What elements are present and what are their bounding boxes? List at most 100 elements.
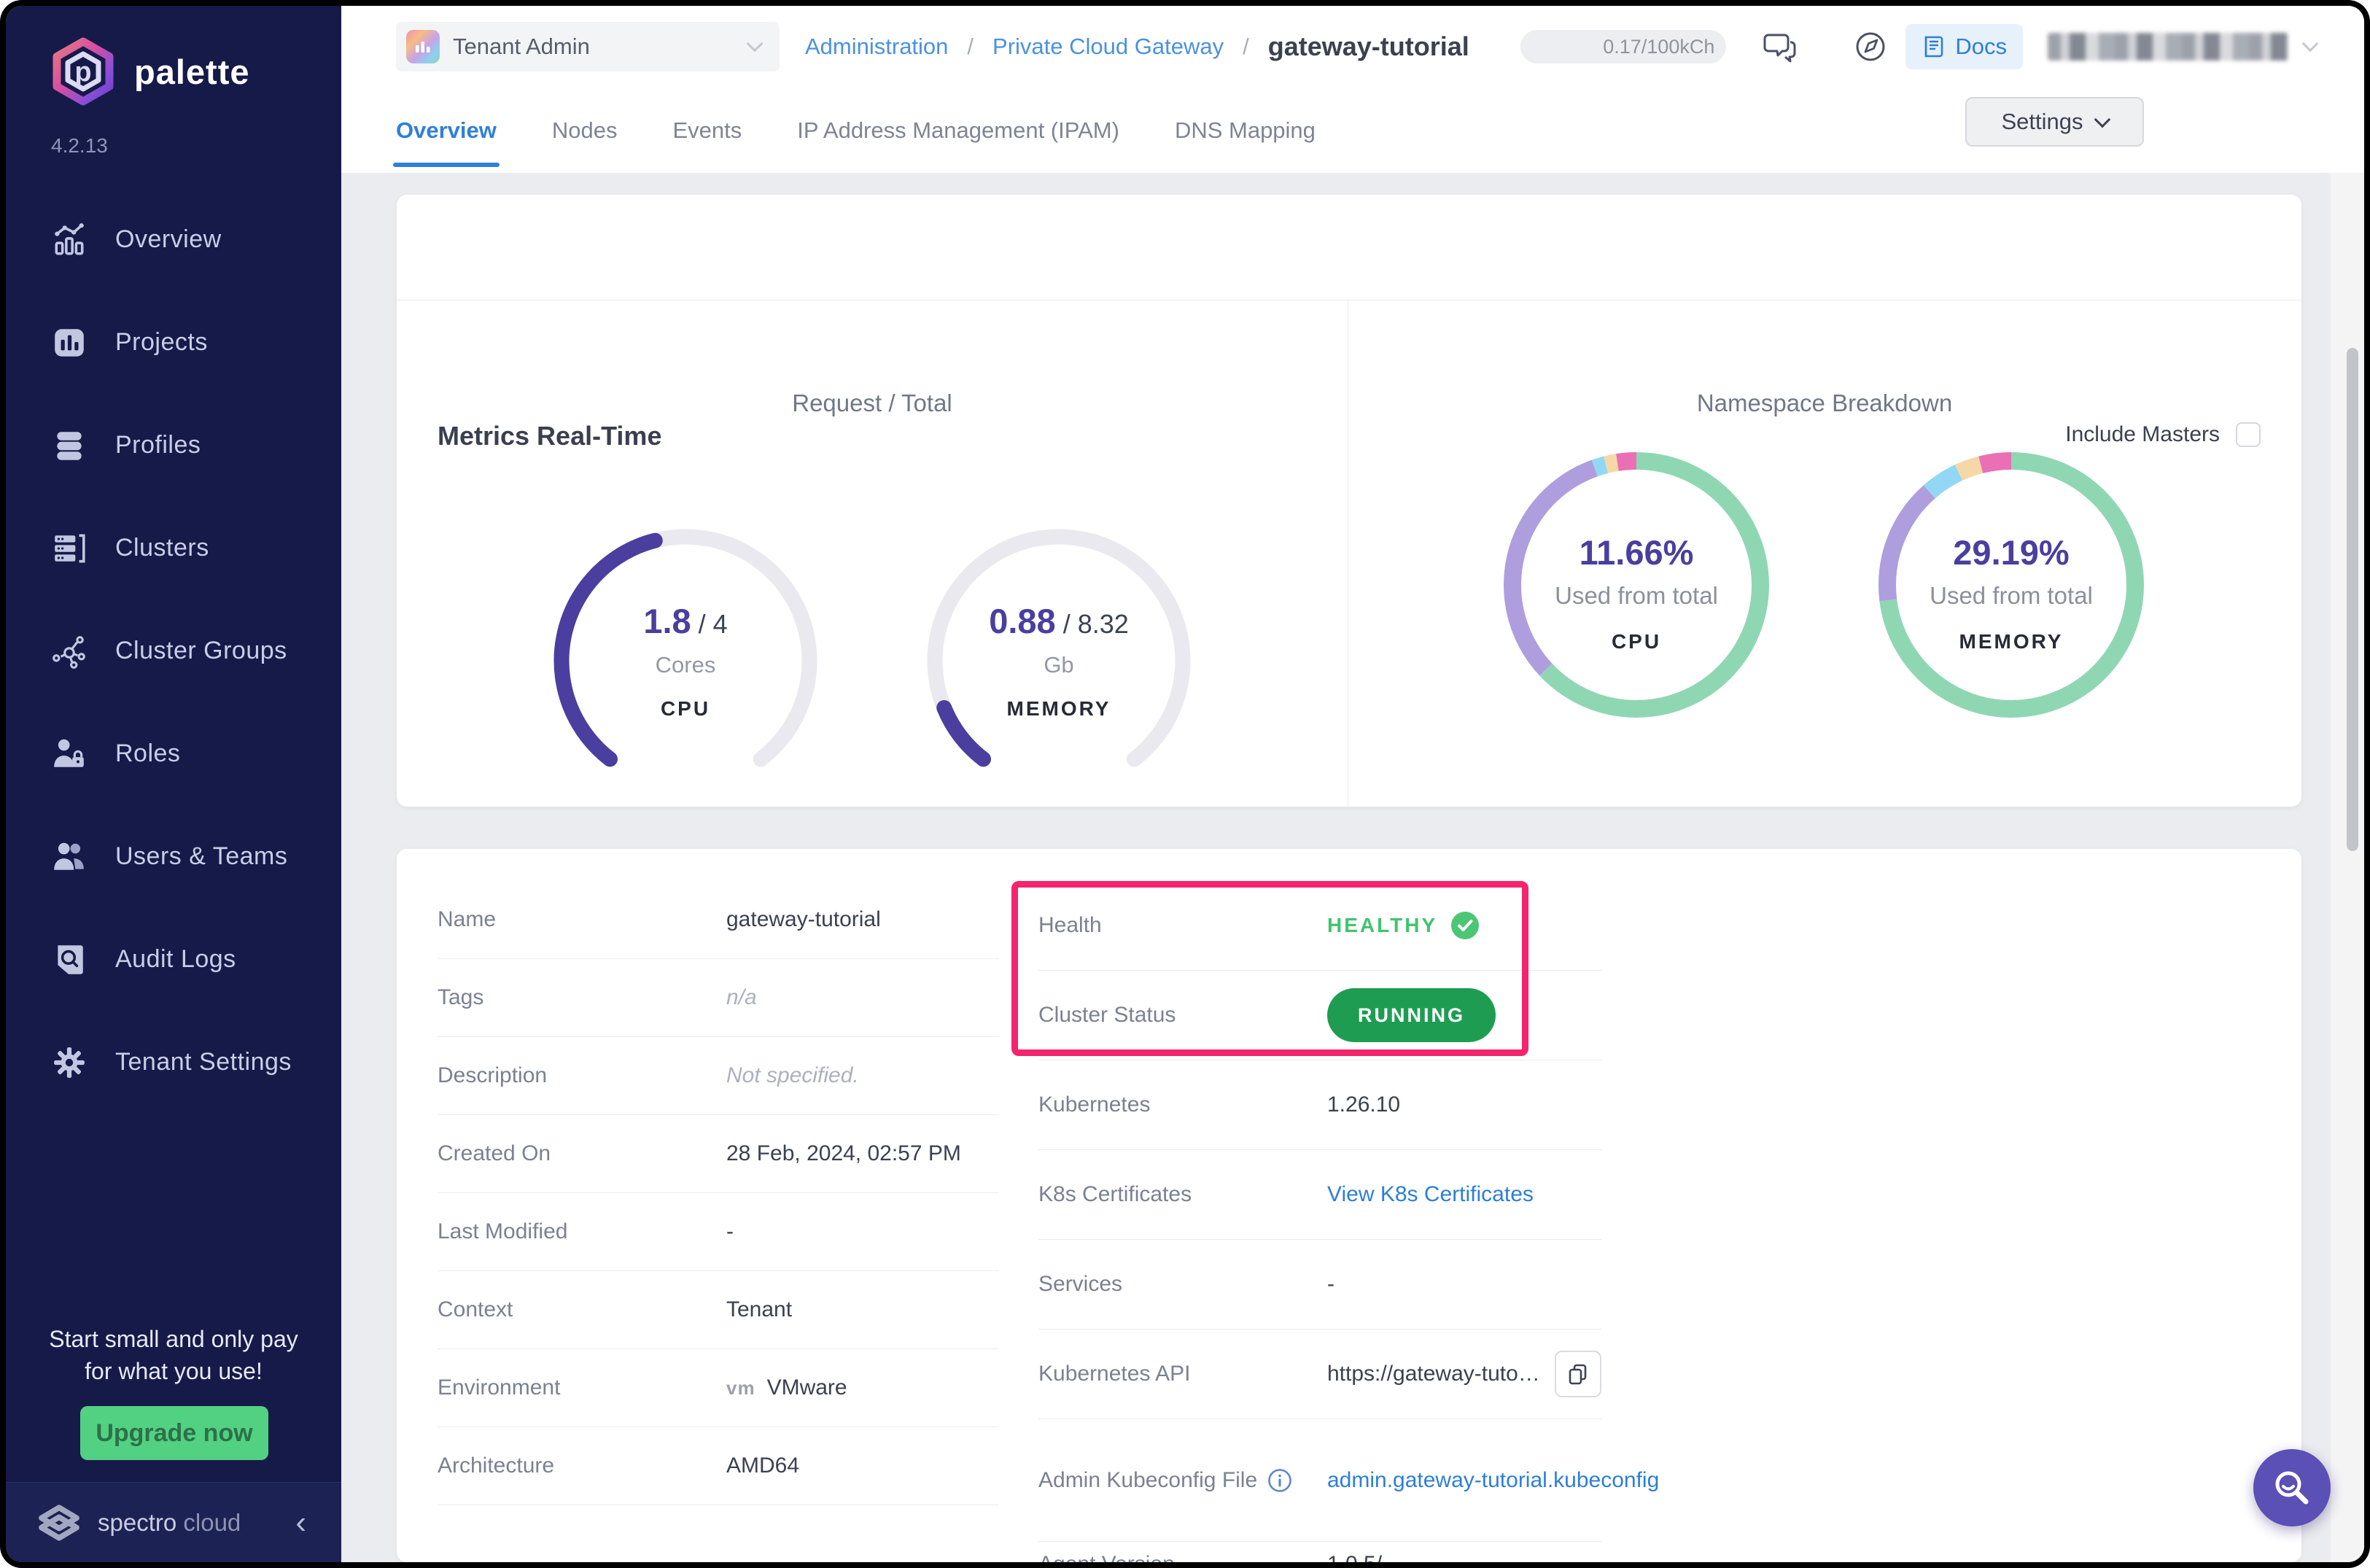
status-badge: RUNNING bbox=[1327, 988, 1496, 1042]
scope-selector[interactable]: Tenant Admin bbox=[396, 22, 780, 71]
detail-row-created-on: Created On 28 Feb, 2024, 02:57 PM bbox=[438, 1115, 999, 1193]
top-right-actions: 0.17/100kCh Docs bbox=[1520, 6, 2319, 88]
sidebar-item-tenant-settings[interactable]: Tenant Settings bbox=[6, 1011, 341, 1114]
sidebar-item-cluster-groups[interactable]: Cluster Groups bbox=[6, 599, 341, 702]
compass-icon[interactable] bbox=[1852, 28, 1889, 66]
tab-nodes[interactable]: Nodes bbox=[552, 88, 618, 173]
detail-value: gateway-tutorial bbox=[726, 907, 881, 931]
kubeconfig-file-link[interactable]: admin.gateway-tutorial.kubeconfig bbox=[1327, 1463, 1659, 1498]
detail-label: Agent Version bbox=[1038, 1552, 1175, 1562]
gauge-total-value: / 8.32 bbox=[1055, 609, 1129, 639]
scrollbar-track[interactable] bbox=[2331, 173, 2364, 1562]
detail-label: Admin Kubeconfig File bbox=[1038, 1468, 1292, 1493]
detail-row-description: Description Not specified. bbox=[438, 1037, 999, 1115]
copy-icon bbox=[1566, 1362, 1590, 1386]
detail-link[interactable]: View K8s Certificates bbox=[1327, 1182, 1534, 1207]
detail-row-k8s-certificates: K8s Certificates View K8s Certificates bbox=[1038, 1150, 1601, 1240]
settings-button[interactable]: Settings bbox=[1965, 97, 2144, 147]
sidebar-nav: Overview Projects Profiles Clusters Cluster … bbox=[6, 188, 341, 1114]
detail-label: Kubernetes API bbox=[1038, 1362, 1191, 1386]
copy-button[interactable] bbox=[1555, 1351, 1601, 1397]
detail-value: 1.0.5/… bbox=[1327, 1552, 1404, 1562]
sidebar-item-audit-logs[interactable]: Audit Logs bbox=[6, 908, 341, 1011]
sidebar-item-clusters[interactable]: Clusters bbox=[6, 497, 341, 599]
include-masters-checkbox[interactable] bbox=[2236, 422, 2261, 447]
cpu-donut-chart: 11.66% Used from total CPU bbox=[1491, 439, 1782, 731]
detail-value: 28 Feb, 2024, 02:57 PM bbox=[726, 1141, 961, 1165]
detail-value: n/a bbox=[726, 985, 757, 1009]
detail-value: https://gateway-tuto… bbox=[1327, 1362, 1540, 1386]
detail-row-last-modified: Last Modified - bbox=[438, 1193, 999, 1271]
brand-name: palette bbox=[134, 52, 250, 91]
health-status-text: HEALTHY bbox=[1327, 914, 1438, 936]
app-version: 4.2.13 bbox=[51, 134, 108, 157]
chat-icon[interactable] bbox=[1763, 28, 1800, 66]
tab-events[interactable]: Events bbox=[672, 88, 742, 173]
donut-caption: Used from total bbox=[1930, 582, 2093, 609]
sidebar-item-label: Roles bbox=[115, 740, 181, 767]
detail-value: Tenant bbox=[726, 1297, 793, 1321]
tab-ip-address-management-ipam-[interactable]: IP Address Management (IPAM) bbox=[797, 88, 1119, 173]
donut-label: CPU bbox=[1611, 630, 1662, 653]
chevron-down-icon bbox=[2094, 111, 2110, 128]
info-icon[interactable] bbox=[1267, 1468, 1292, 1493]
detail-label: Services bbox=[1038, 1272, 1123, 1296]
memory-donut-chart: 29.19% Used from total MEMORY bbox=[1865, 439, 2157, 731]
vmware-icon: vm bbox=[726, 1376, 755, 1399]
sidebar-item-label: Projects bbox=[115, 328, 208, 356]
detail-label: Architecture bbox=[438, 1453, 555, 1478]
upgrade-now-button[interactable]: Upgrade now bbox=[80, 1406, 268, 1460]
sidebar-collapse-button[interactable]: ‹ bbox=[295, 1506, 306, 1539]
sidebar-item-roles[interactable]: Roles bbox=[6, 702, 341, 805]
sidebar-item-profiles[interactable]: Profiles bbox=[6, 394, 341, 497]
scope-selector-label: Tenant Admin bbox=[453, 34, 590, 59]
overview-icon bbox=[51, 222, 88, 258]
gauge-used-value: 0.88 bbox=[989, 602, 1056, 640]
user-menu-chevron-icon[interactable] bbox=[2301, 35, 2319, 53]
chevron-down-icon bbox=[746, 35, 764, 53]
roles-icon bbox=[51, 736, 88, 772]
sidebar-item-overview[interactable]: Overview bbox=[6, 188, 341, 291]
tab-overview[interactable]: Overview bbox=[393, 88, 500, 173]
sidebar-item-projects[interactable]: Projects bbox=[6, 291, 341, 394]
scrollbar-thumb[interactable] bbox=[2347, 348, 2358, 851]
projects-icon bbox=[51, 325, 88, 361]
details-right-column: Health HEALTHY Cluster Status RUNNING Kubern… bbox=[1038, 881, 1659, 1562]
cpu-gauge-chart: 1.8 / 4 Cores CPU bbox=[540, 515, 831, 807]
detail-row-cluster-status: Cluster Status RUNNING bbox=[1038, 971, 1601, 1060]
sidebar-item-label: Clusters bbox=[115, 534, 209, 562]
detail-label: Health bbox=[1038, 913, 1102, 937]
breadcrumb-current-page: gateway-tutorial bbox=[1267, 31, 1469, 61]
sidebar-footer: spectro cloud ‹ bbox=[6, 1482, 341, 1562]
docs-button[interactable]: Docs bbox=[1905, 24, 2023, 69]
sidebar-item-label: Users & Teams bbox=[115, 842, 288, 870]
brand-logo[interactable]: palette bbox=[48, 36, 250, 106]
sidebar-item-users-teams[interactable]: Users & Teams bbox=[6, 805, 341, 908]
detail-row-services: Services - bbox=[1038, 1240, 1601, 1330]
detail-row-name: Name gateway-tutorial bbox=[438, 881, 999, 959]
gauge-unit: Gb bbox=[1044, 652, 1074, 678]
donut-percent: 29.19% bbox=[1953, 533, 2070, 572]
detail-row-admin-kubeconfig-file: Admin Kubeconfig File admin.gateway-tutor… bbox=[1038, 1419, 1659, 1542]
gauge-total-value: / 4 bbox=[691, 609, 728, 639]
scope-app-icon bbox=[406, 30, 440, 63]
memory-gauge-chart: 0.88 / 8.32 Gb MEMORY bbox=[913, 515, 1205, 807]
cluster-groups-icon bbox=[51, 633, 88, 669]
floating-search-button[interactable] bbox=[2253, 1449, 2331, 1526]
request-total-title: Request / Total bbox=[792, 389, 952, 416]
tab-dns-mapping[interactable]: DNS Mapping bbox=[1175, 88, 1316, 173]
tenant-settings-icon bbox=[51, 1044, 88, 1081]
detail-label: Created On bbox=[438, 1141, 551, 1165]
breadcrumb-link-administration[interactable]: Administration bbox=[805, 34, 948, 60]
sidebar-item-label: Profiles bbox=[115, 431, 201, 459]
breadcrumb-link-private-cloud-gateway[interactable]: Private Cloud Gateway bbox=[992, 34, 1224, 60]
health-status-value: HEALTHY bbox=[1327, 911, 1480, 940]
cluster-details-card: Name gateway-tutorial Tags n/a Description No… bbox=[397, 849, 2301, 1562]
breadcrumb-separator: / bbox=[1243, 34, 1249, 59]
user-name-redacted[interactable] bbox=[2048, 33, 2288, 61]
detail-value: vm VMware bbox=[726, 1375, 847, 1400]
details-left-column: Name gateway-tutorial Tags n/a Description No… bbox=[438, 881, 999, 1505]
gauge-label: CPU bbox=[660, 697, 711, 720]
detail-label: Name bbox=[438, 907, 497, 931]
upgrade-promo-text: Start small and only pay for what you us… bbox=[49, 1326, 298, 1384]
